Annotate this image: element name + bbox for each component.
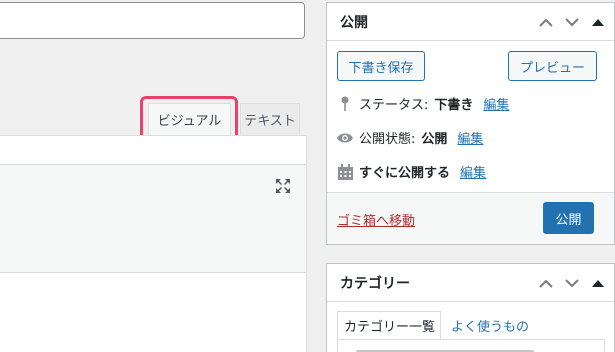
publish-box-title: 公開 [340,14,368,31]
category-box-title: カテゴリー [340,275,410,292]
tab-text[interactable]: テキスト [240,103,300,135]
save-draft-button[interactable]: 下書き保存 [337,51,425,81]
status-label: ステータス: [359,98,429,113]
tab-all-categories[interactable]: カテゴリー一覧 [337,311,441,339]
visibility-row: 公開状態: 公開 編集 [337,128,483,147]
publish-box-header: 公開 [327,3,614,41]
status-row: ステータス: 下書き 編集 [337,94,509,113]
pin-icon [337,96,353,112]
editor-toolbar-area [0,165,307,273]
category-list-panel [337,339,605,352]
publish-box-controls [538,3,606,41]
move-down-icon[interactable] [564,275,580,291]
publish-actions: ゴミ箱へ移動 公開 [327,192,614,244]
move-down-icon[interactable] [564,14,580,30]
tab-popular-categories[interactable]: よく使うもの [451,311,529,339]
schedule-row: すぐに公開する 編集 [337,162,486,181]
publish-box: 公開 下書き保存 プレビュー ステータス: 下書き 編集 公開状態: 公開 編集 [326,2,615,245]
move-up-icon[interactable] [538,275,554,291]
editor-content-area[interactable] [0,273,307,352]
edit-schedule-link[interactable]: 編集 [460,162,486,181]
calendar-icon [337,163,353,180]
publish-button[interactable]: 公開 [543,202,594,234]
post-title-input[interactable] [0,2,305,39]
edit-status-link[interactable]: 編集 [483,94,509,113]
move-up-icon[interactable] [538,14,554,30]
move-to-trash-link[interactable]: ゴミ箱へ移動 [337,210,415,229]
collapse-toggle-icon[interactable] [590,14,606,30]
edit-visibility-link[interactable]: 編集 [457,128,483,147]
category-box: カテゴリー カテゴリー一覧 よく使うもの [326,263,615,352]
visibility-value: 公開 [421,132,448,147]
fullscreen-icon[interactable] [275,178,291,194]
category-box-header: カテゴリー [327,264,614,302]
preview-button[interactable]: プレビュー [508,51,597,81]
collapse-toggle-icon[interactable] [590,275,606,291]
tab-visual[interactable]: ビジュアル [148,103,231,135]
editor-toolbar [0,135,307,165]
eye-icon [337,130,353,146]
schedule-text: すぐに公開する [359,166,451,181]
editor-tabs: ビジュアル テキスト [0,103,307,135]
category-box-controls [538,264,606,302]
status-value: 下書き [434,98,474,113]
visibility-label: 公開状態: [359,132,416,147]
